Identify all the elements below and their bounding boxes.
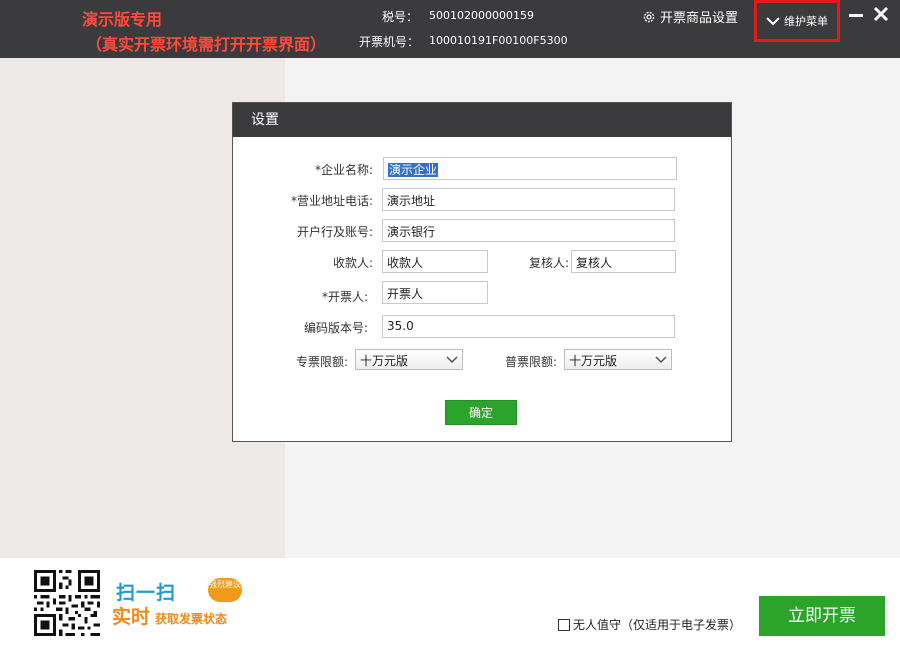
maintenance-menu-label: 维护菜单: [784, 15, 828, 28]
code-version-input[interactable]: 35.0: [382, 315, 675, 338]
address-phone-label: *营业地址电话:: [290, 194, 373, 208]
address-phone-input[interactable]: 演示地址: [382, 188, 675, 211]
machine-number-value: 100010191F00100F5300: [429, 34, 568, 47]
close-icon: [873, 6, 889, 22]
payee-label: 收款人:: [332, 256, 373, 270]
company-name-label: *企业名称:: [314, 163, 373, 177]
payee-input[interactable]: 收款人: [382, 250, 488, 273]
company-name-value: 演示企业: [388, 163, 439, 177]
title-bar: 演示版专用 （真实开票环境需打开开票界面） 税号： 50010200000015…: [0, 0, 900, 58]
promo-realtime-text: 实时: [112, 606, 151, 628]
promo-bubble: 强烈建议: [208, 578, 242, 602]
code-version-label: 编码版本号:: [303, 321, 368, 335]
unattended-checkbox[interactable]: 无人值守（仅适用于电子发票）: [558, 616, 741, 633]
bank-account-input[interactable]: 演示银行: [382, 219, 675, 242]
demo-notice-title: 演示版专用: [82, 10, 163, 29]
demo-notice-subtitle: （真实开票环境需打开开票界面）: [86, 35, 327, 54]
scan-promo-banner: 扫一扫 强烈建议 实时 获取发票状态: [110, 578, 250, 633]
special-invoice-limit-select[interactable]: 十万元版: [355, 349, 463, 370]
tax-number-label: 税号：: [382, 10, 419, 24]
normal-invoice-limit-select[interactable]: 十万元版: [564, 349, 672, 370]
close-button[interactable]: [872, 5, 890, 25]
goods-settings-label: 开票商品设置: [660, 11, 739, 26]
reviewer-input[interactable]: 复核人: [571, 250, 676, 273]
qr-code-icon: [34, 570, 100, 636]
issuer-label: *开票人:: [321, 290, 368, 304]
promo-subtitle: 获取发票状态: [155, 612, 228, 626]
chevron-down-icon: [655, 356, 667, 364]
settings-dialog: 设置 *企业名称: 演示企业 *营业地址电话: 演示地址 开户行及账号: 演示银…: [232, 102, 732, 442]
unattended-label: 无人值守（仅适用于电子发票）: [573, 618, 742, 632]
machine-number-label: 开票机号：: [359, 35, 420, 49]
special-invoice-limit-label: 专票限额:: [295, 355, 348, 369]
reviewer-label: 复核人:: [528, 256, 569, 270]
normal-invoice-limit-label: 普票限额:: [504, 355, 557, 369]
tax-number-value: 500102000000159: [429, 9, 534, 22]
footer-bar: 扫一扫 强烈建议 实时 获取发票状态 无人值守（仅适用于电子发票） 立即开票: [0, 558, 900, 652]
issuer-input[interactable]: 开票人: [382, 281, 488, 304]
issue-invoice-button[interactable]: 立即开票: [759, 596, 885, 636]
maintenance-menu-button[interactable]: 维护菜单: [754, 0, 840, 42]
confirm-button[interactable]: 确定: [445, 400, 517, 425]
gear-icon: [643, 11, 655, 22]
promo-scan-text: 扫一扫: [116, 582, 177, 604]
company-name-input[interactable]: 演示企业: [383, 157, 677, 180]
minimize-button[interactable]: [847, 6, 865, 24]
normal-invoice-limit-value: 十万元版: [569, 354, 618, 368]
chevron-down-icon: [766, 17, 780, 26]
goods-settings-button[interactable]: 开票商品设置: [642, 7, 738, 26]
chevron-down-icon: [446, 356, 458, 364]
special-invoice-limit-value: 十万元版: [360, 354, 409, 368]
dialog-title: 设置: [233, 103, 731, 137]
bank-account-label: 开户行及账号:: [296, 225, 373, 239]
checkbox-box[interactable]: [558, 618, 570, 631]
